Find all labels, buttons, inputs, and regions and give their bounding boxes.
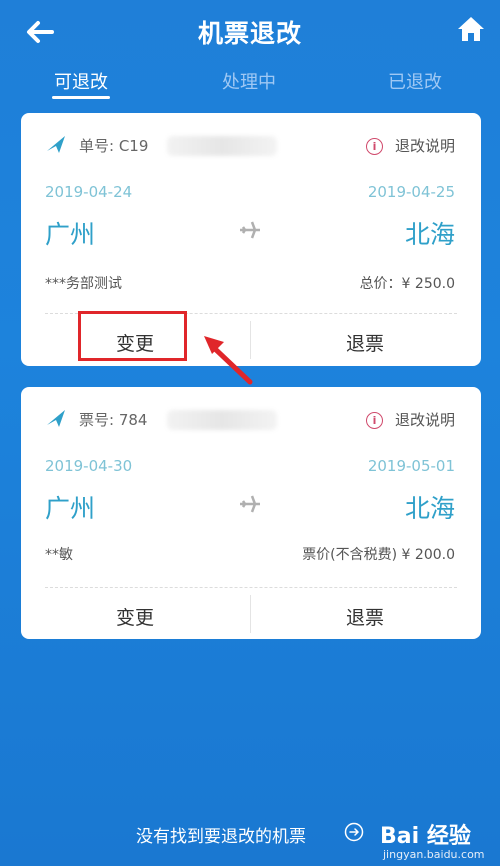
tab-processing[interactable]: 处理中 (222, 68, 276, 94)
airline-logo-icon (47, 136, 65, 153)
tab-refundable[interactable]: 可退改 (54, 68, 108, 94)
arrow-circle-right-icon[interactable] (344, 822, 364, 842)
watermark-logo: Bai 经验 (380, 824, 471, 849)
change-button[interactable]: 变更 (21, 603, 249, 630)
order-number-label: 单号: C19 (79, 137, 149, 155)
plane-icon (240, 495, 260, 513)
arrival-date: 2019-05-01 (367, 457, 455, 475)
info-icon: i (366, 412, 383, 429)
airline-logo-icon (47, 410, 65, 427)
refund-button[interactable]: 退票 (251, 329, 479, 356)
departure-city: 广州 (45, 220, 96, 249)
total-price: 总价：¥ 250.0 (359, 276, 455, 292)
watermark-url: jingyan.baidu.com (383, 848, 485, 861)
redacted-number (167, 410, 277, 430)
info-icon: i (366, 138, 383, 155)
ticket-card: 票号: 784 i 退改说明 2019-04-30 2019-05-01 广州 … (21, 387, 481, 639)
refund-rules-link[interactable]: 退改说明 (395, 409, 455, 430)
arrival-date: 2019-04-25 (367, 183, 455, 201)
ticket-price: 票价(不含税费) ¥ 200.0 (302, 547, 455, 563)
passenger-name: **敏 (45, 547, 73, 563)
arrival-city: 北海 (404, 494, 455, 523)
page-title: 机票退改 (197, 19, 302, 48)
passenger-name: ***务部测试 (45, 276, 122, 292)
departure-city: 广州 (45, 494, 96, 523)
departure-date: 2019-04-24 (45, 183, 133, 201)
redacted-number (167, 136, 277, 156)
highlight-box (78, 311, 187, 361)
active-tab-indicator (52, 96, 110, 99)
annotation-arrow-icon (204, 336, 253, 385)
home-icon[interactable] (456, 14, 486, 44)
arrival-city: 北海 (404, 220, 455, 249)
departure-date: 2019-04-30 (45, 457, 133, 475)
divider (45, 587, 457, 588)
refund-rules-link[interactable]: 退改说明 (395, 135, 455, 156)
refund-button[interactable]: 退票 (251, 603, 479, 630)
not-found-link[interactable]: 没有找到要退改的机票 (136, 822, 306, 847)
ticket-number-label: 票号: 784 (79, 411, 148, 429)
header: 机票退改 (0, 0, 500, 64)
tab-completed[interactable]: 已退改 (388, 68, 442, 94)
plane-icon (240, 221, 260, 239)
